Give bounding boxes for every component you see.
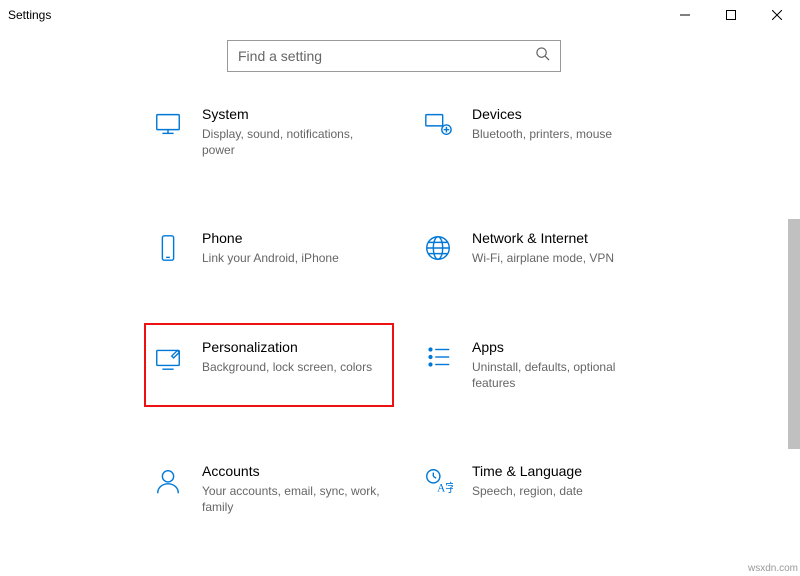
tile-personalization[interactable]: Personalization Background, lock screen,… xyxy=(144,323,394,407)
content-area: System Display, sound, notifications, po… xyxy=(0,30,788,576)
tile-system[interactable]: System Display, sound, notifications, po… xyxy=(144,100,394,164)
accounts-icon xyxy=(152,465,184,497)
tile-title: Phone xyxy=(202,230,339,246)
search-container xyxy=(0,40,788,72)
tile-title: Accounts xyxy=(202,463,386,479)
scrollbar-thumb[interactable] xyxy=(788,219,800,449)
maximize-icon xyxy=(726,10,736,20)
search-box[interactable] xyxy=(227,40,561,72)
tile-sub: Link your Android, iPhone xyxy=(202,250,339,266)
search-icon xyxy=(535,46,550,66)
tile-sub: Display, sound, notifications, power xyxy=(202,126,386,158)
time-icon: A字 xyxy=(422,465,454,497)
minimize-icon xyxy=(680,10,690,20)
close-icon xyxy=(772,10,782,20)
maximize-button[interactable] xyxy=(708,0,754,30)
tile-accounts[interactable]: Accounts Your accounts, email, sync, wor… xyxy=(144,457,394,521)
tile-sub: Your accounts, email, sync, work, family xyxy=(202,483,386,515)
tile-title: Time & Language xyxy=(472,463,583,479)
titlebar: Settings xyxy=(0,0,800,30)
tile-apps[interactable]: Apps Uninstall, defaults, optional featu… xyxy=(414,333,664,397)
tile-network[interactable]: Network & Internet Wi-Fi, airplane mode,… xyxy=(414,224,664,272)
tile-phone[interactable]: Phone Link your Android, iPhone xyxy=(144,224,394,272)
system-icon xyxy=(152,108,184,140)
scrollbar-track[interactable] xyxy=(788,30,800,576)
tile-sub: Wi-Fi, airplane mode, VPN xyxy=(472,250,614,266)
window-controls xyxy=(662,0,800,30)
window-title: Settings xyxy=(8,8,51,22)
tile-title: Apps xyxy=(472,339,656,355)
tile-sub: Bluetooth, printers, mouse xyxy=(472,126,612,142)
tile-title: Network & Internet xyxy=(472,230,614,246)
tile-time[interactable]: A字 Time & Language Speech, region, date xyxy=(414,457,664,521)
tile-devices[interactable]: Devices Bluetooth, printers, mouse xyxy=(414,100,664,164)
minimize-button[interactable] xyxy=(662,0,708,30)
tile-sub: Background, lock screen, colors xyxy=(202,359,372,375)
network-icon xyxy=(422,232,454,264)
apps-icon xyxy=(422,341,454,373)
tile-sub: Uninstall, defaults, optional features xyxy=(472,359,656,391)
tile-title: Personalization xyxy=(202,339,372,355)
settings-grid: System Display, sound, notifications, po… xyxy=(144,100,788,576)
tile-title: Devices xyxy=(472,106,612,122)
tile-title: System xyxy=(202,106,386,122)
tile-sub: Speech, region, date xyxy=(472,483,583,499)
watermark: wsxdn.com xyxy=(748,563,798,574)
close-button[interactable] xyxy=(754,0,800,30)
phone-icon xyxy=(152,232,184,264)
personalization-icon xyxy=(152,341,184,373)
devices-icon xyxy=(422,108,454,140)
svg-text:A字: A字 xyxy=(437,480,453,494)
search-input[interactable] xyxy=(238,48,528,64)
